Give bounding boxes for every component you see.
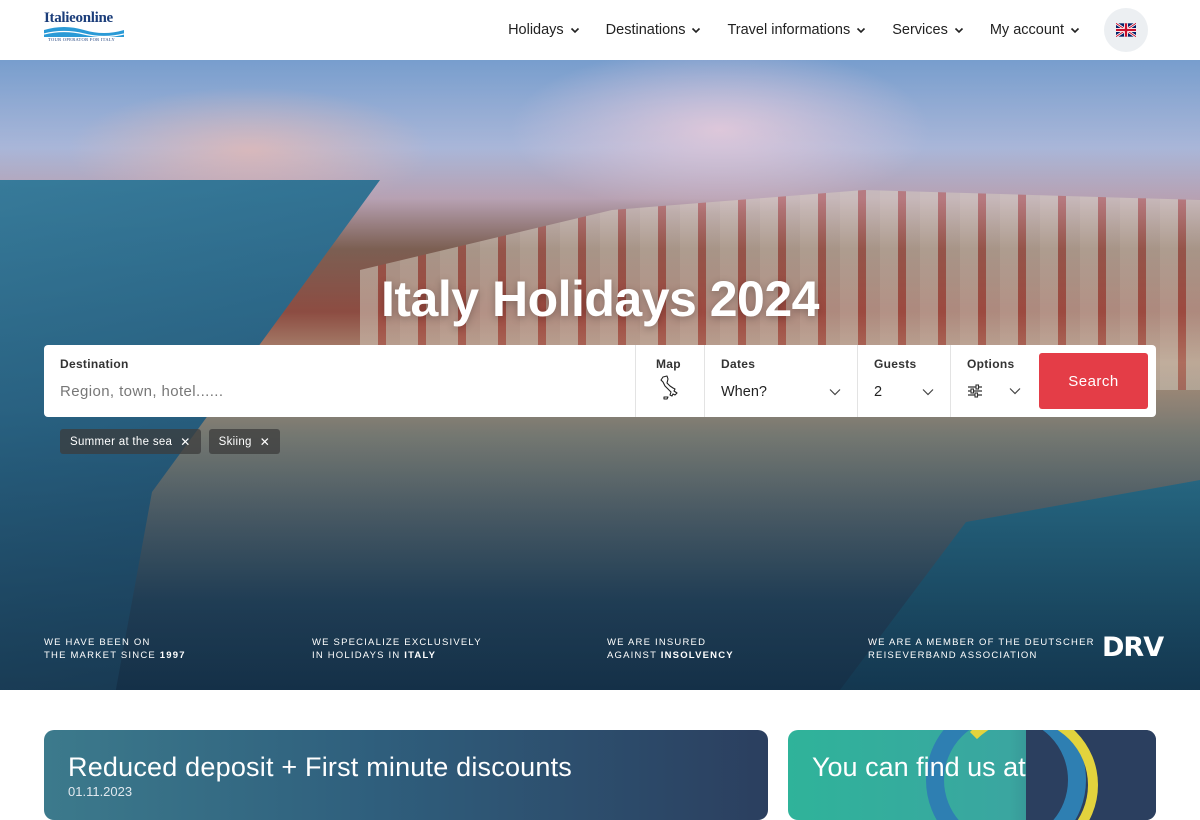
guests-label: Guests xyxy=(874,357,917,371)
dates-value: When? xyxy=(721,384,767,400)
dates-label: Dates xyxy=(721,357,756,371)
nav-label: Destinations xyxy=(605,22,686,38)
search-bar: Destination Map Dates When? Guests 2 Opt… xyxy=(44,345,1156,417)
dates-field[interactable]: Dates When? xyxy=(705,345,858,417)
nav-destinations[interactable]: Destinations xyxy=(606,22,702,38)
search-button[interactable]: Search xyxy=(1039,353,1148,409)
promo-card-date: 01.11.2023 xyxy=(68,784,133,799)
chevron-down-icon xyxy=(857,27,866,34)
uk-flag-icon xyxy=(1116,23,1136,37)
nav-label: Travel informations xyxy=(727,22,851,38)
close-icon[interactable]: ✕ xyxy=(180,436,190,448)
trust-line: WE SPECIALIZE EXCLUSIVELY xyxy=(312,637,482,648)
destination-field[interactable]: Destination xyxy=(44,345,636,417)
options-label: Options xyxy=(967,357,1015,371)
trust-line: AGAINST xyxy=(607,650,661,661)
trust-line: WE ARE INSURED xyxy=(607,637,707,648)
map-field[interactable]: Map xyxy=(636,345,705,417)
language-switcher[interactable] xyxy=(1104,8,1148,52)
nav-label: Holidays xyxy=(508,22,564,38)
trust-line: THE MARKET SINCE xyxy=(44,650,160,661)
promo-card-deposit[interactable]: Reduced deposit + First minute discounts… xyxy=(44,730,768,820)
trust-highlight: 1997 xyxy=(159,650,186,661)
destination-input[interactable] xyxy=(60,383,619,400)
guests-value: 2 xyxy=(874,384,883,400)
logo-text: Italieonline xyxy=(44,10,113,26)
chevron-down-icon xyxy=(1070,27,1080,34)
trust-highlight: ITALY xyxy=(404,650,437,661)
promo-card-find-us[interactable]: You can find us at xyxy=(788,730,1156,820)
trust-item-since-1997: WE HAVE BEEN ON THE MARKET SINCE 1997 xyxy=(44,636,186,662)
nav-travel-informations[interactable]: Travel informations xyxy=(727,22,866,38)
trust-line: WE ARE A MEMBER OF THE DEUTSCHER xyxy=(868,637,1095,648)
logo[interactable]: Italieonline TOUR OPERATOR FOR ITALY xyxy=(44,10,124,44)
nav-label: Services xyxy=(892,22,948,38)
chevron-down-icon xyxy=(692,27,701,34)
italy-map-icon xyxy=(660,375,678,400)
trust-highlight: INSOLVENCY xyxy=(660,650,734,661)
trust-line: REISEVERBAND ASSOCIATION xyxy=(868,650,1038,661)
chevron-down-icon xyxy=(829,389,841,396)
site-header: Italieonline TOUR OPERATOR FOR ITALY Hol… xyxy=(0,0,1200,60)
options-field[interactable]: Options xyxy=(951,345,1037,417)
hero-section: Italy Holidays 2024 Destination Map Date… xyxy=(0,60,1200,690)
trust-line: WE HAVE BEEN ON xyxy=(44,637,151,648)
chip-label: Skiing xyxy=(218,435,252,448)
promo-card-title: You can find us at xyxy=(812,752,1026,782)
guests-field[interactable]: Guests 2 xyxy=(858,345,951,417)
trust-item-drv-member: WE ARE A MEMBER OF THE DEUTSCHER REISEVE… xyxy=(868,636,1095,662)
chip-skiing[interactable]: Skiing ✕ xyxy=(208,429,281,454)
close-icon[interactable]: ✕ xyxy=(260,436,270,448)
promo-card-title: Reduced deposit + First minute discounts xyxy=(68,752,573,782)
trust-line: IN HOLIDAYS IN xyxy=(312,650,405,661)
chevron-down-icon xyxy=(922,389,934,396)
map-label: Map xyxy=(656,357,681,371)
drv-logo: DRV xyxy=(1102,632,1164,663)
logo-tagline: TOUR OPERATOR FOR ITALY xyxy=(48,37,116,42)
chevron-down-icon xyxy=(1009,388,1021,395)
chevron-down-icon xyxy=(954,27,963,34)
destination-label: Destination xyxy=(60,357,129,371)
filter-chips: Summer at the sea ✕ Skiing ✕ xyxy=(60,429,281,454)
trust-item-insolvency: WE ARE INSURED AGAINST INSOLVENCY xyxy=(607,636,734,662)
chip-label: Summer at the sea xyxy=(70,435,173,448)
chevron-down-icon xyxy=(570,27,579,34)
nav-label: My account xyxy=(989,22,1064,38)
hero-title: Italy Holidays 2024 xyxy=(381,271,819,327)
sliders-icon xyxy=(968,384,982,398)
main-nav: Holidays Destinations Travel information… xyxy=(508,0,1080,60)
chip-summer-at-the-sea[interactable]: Summer at the sea ✕ xyxy=(60,429,201,454)
trust-item-italy: WE SPECIALIZE EXCLUSIVELY IN HOLIDAYS IN… xyxy=(312,636,482,662)
nav-my-account[interactable]: My account xyxy=(990,22,1080,38)
nav-services[interactable]: Services xyxy=(892,22,964,38)
nav-holidays[interactable]: Holidays xyxy=(508,22,580,38)
